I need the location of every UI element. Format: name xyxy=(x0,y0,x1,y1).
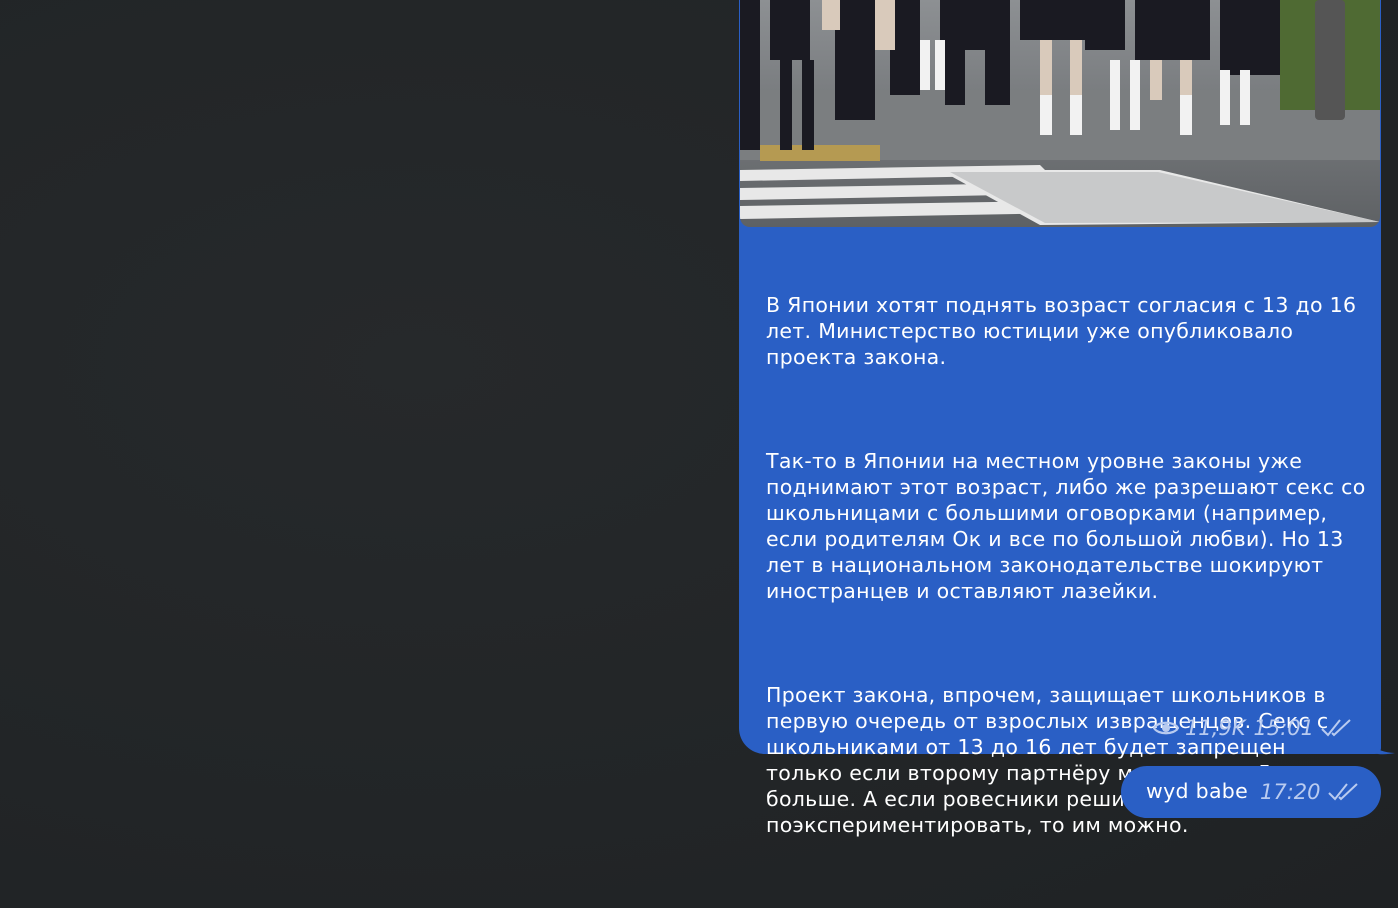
post-time: 15:01 xyxy=(1253,716,1314,740)
post-paragraph: Так-то в Японии на местном уровне законы… xyxy=(766,449,1366,603)
post-meta: 11,9K 15:01 xyxy=(1152,714,1352,742)
eye-icon xyxy=(1152,721,1179,735)
post-paragraph: В Японии хотят поднять возраст согласия … xyxy=(766,293,1364,369)
bubble-tail xyxy=(1365,728,1395,755)
views-count: 11,9K xyxy=(1184,716,1246,740)
reply-text: wyd babe xyxy=(1146,779,1249,803)
reply-meta: 17:20 xyxy=(1260,778,1359,806)
message-photo[interactable] xyxy=(740,0,1380,227)
reply-time: 17:20 xyxy=(1260,780,1321,804)
double-check-icon xyxy=(1327,783,1358,801)
double-check-icon xyxy=(1321,719,1351,737)
crowd-photo-icon xyxy=(740,0,1380,227)
